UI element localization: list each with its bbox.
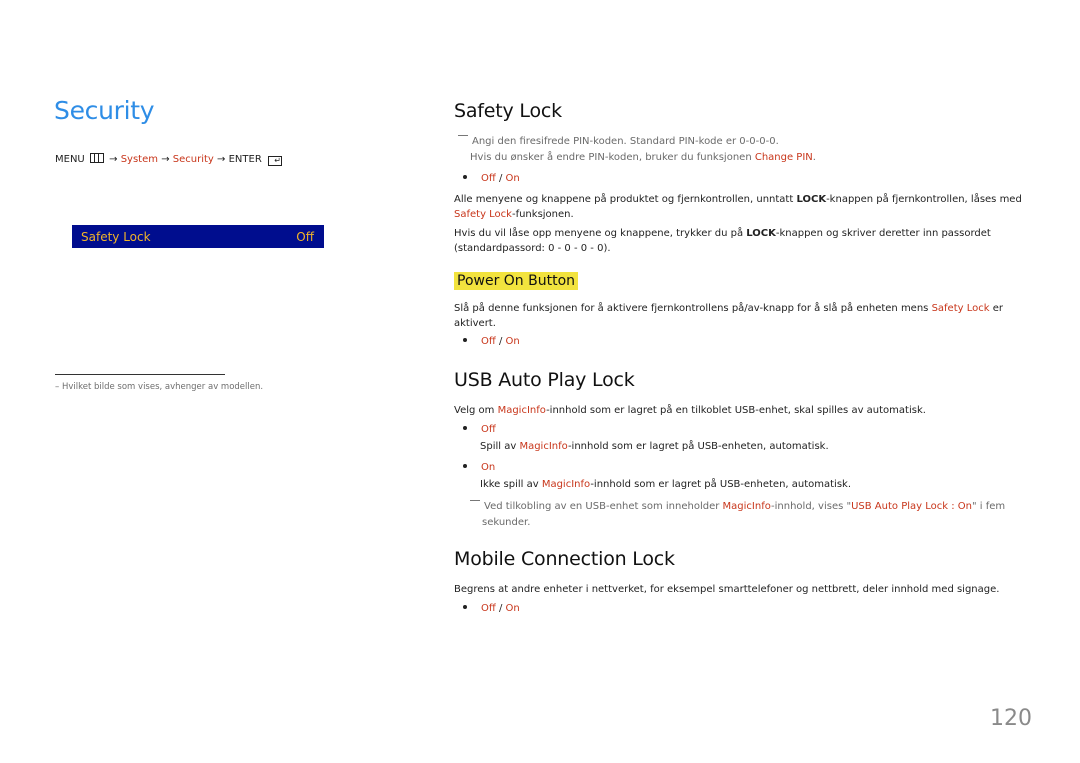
note-period: .	[812, 151, 816, 163]
page-title: Security	[54, 96, 155, 125]
option-on: On	[505, 173, 520, 184]
arrow-icon: →	[161, 154, 170, 165]
text: -innhold som er lagret på en tilkoblet U…	[546, 405, 926, 416]
arrow-icon: →	[109, 154, 118, 165]
osd-safety-lock-row: Safety Lock Off	[72, 225, 324, 248]
note-line: Hvis du ønsker å endre PIN-koden, bruker…	[470, 151, 755, 163]
bullet-icon	[463, 464, 467, 468]
note-dash-icon	[470, 500, 480, 501]
enter-label: ENTER	[228, 154, 262, 165]
mobile-connection-lock-options: Off / On	[463, 603, 520, 614]
mobile-connection-lock-para: Begrens at andre enheter i nettverket, f…	[454, 584, 1000, 595]
text: -knappen på fjernkontrollen, låses med	[826, 194, 1022, 205]
option-separator: /	[495, 603, 506, 614]
magicinfo-link: MagicInfo	[519, 441, 568, 452]
usb-option-off-desc: Spill av MagicInfo-innhold som er lagret…	[480, 439, 1030, 454]
option-on: On	[505, 336, 520, 347]
safety-lock-link: Safety Lock	[931, 303, 990, 314]
footnote-divider	[55, 374, 225, 375]
text: Ved tilkobling av en USB-enhet som inneh…	[484, 501, 723, 512]
magicinfo-link: MagicInfo	[497, 405, 547, 416]
safety-lock-options: Off / On	[463, 173, 520, 184]
change-pin-link: Change PIN	[754, 151, 813, 163]
safety-lock-link: Safety Lock	[454, 209, 512, 220]
option-separator: /	[495, 173, 506, 184]
text: -innhold som er lagret på USB-enheten, a…	[567, 441, 829, 452]
menu-label: MENU	[55, 154, 85, 165]
text: Velg om	[454, 405, 498, 416]
enter-icon: ↵	[267, 156, 282, 166]
safety-lock-heading: Safety Lock	[454, 100, 562, 122]
safety-lock-note: Angi den firesifrede PIN-koden. Standard…	[458, 134, 1018, 165]
lock-key-label: LOCK	[796, 194, 827, 205]
power-on-button-para: Slå på denne funksjonen for å aktivere f…	[454, 301, 1034, 331]
note-dash-icon	[458, 135, 468, 136]
magicinfo-link: MagicInfo	[722, 501, 772, 512]
safety-lock-para2: Hvis du vil låse opp menyene og knappene…	[454, 226, 994, 256]
usb-option-off: Off	[463, 424, 496, 435]
option-off: Off	[481, 603, 496, 614]
text: -innhold som er lagret på USB-enheten, a…	[590, 479, 852, 490]
power-on-button-options: Off / On	[463, 336, 520, 347]
menu-path: MENU → System → Security → ENTER ↵	[55, 153, 282, 166]
mobile-connection-lock-heading: Mobile Connection Lock	[454, 548, 675, 570]
option-on: On	[481, 462, 496, 473]
magicinfo-link: MagicInfo	[541, 479, 591, 490]
text: -innhold, vises "	[771, 501, 852, 512]
osd-label: Safety Lock	[81, 229, 151, 244]
usb-auto-play-lock-para: Velg om MagicInfo-innhold som er lagret …	[454, 403, 1034, 418]
menu-icon	[89, 153, 104, 163]
option-off: Off	[481, 173, 496, 184]
osd-value: Off	[296, 229, 314, 244]
bullet-icon	[463, 175, 467, 179]
text: Ikke spill av	[480, 479, 542, 490]
text: -funksjonen.	[511, 209, 574, 220]
usb-auto-play-lock-on-label: USB Auto Play Lock : On	[851, 501, 972, 512]
safety-lock-para1: Alle menyene og knappene på produktet og…	[454, 192, 1029, 222]
usb-option-on-desc: Ikke spill av MagicInfo-innhold som er l…	[480, 477, 1030, 492]
option-on: On	[505, 603, 520, 614]
footnote: – Hvilket bilde som vises, avhenger av m…	[55, 382, 264, 392]
option-separator: /	[495, 336, 506, 347]
bullet-icon	[463, 426, 467, 430]
menu-path-system: System	[120, 154, 158, 165]
option-off: Off	[481, 336, 496, 347]
text: Alle menyene og knappene på produktet og…	[454, 194, 797, 205]
usb-note: Ved tilkobling av en USB-enhet som inneh…	[470, 499, 1010, 530]
text: Slå på denne funksjonen for å aktivere f…	[454, 303, 932, 314]
text: Spill av	[480, 441, 520, 452]
bullet-icon	[463, 338, 467, 342]
power-on-button-heading: Power On Button	[454, 272, 579, 290]
option-off: Off	[481, 424, 496, 435]
text: Hvis du vil låse opp menyene og knappene…	[454, 228, 747, 239]
lock-key-label: LOCK	[746, 228, 776, 239]
note-line: Angi den firesifrede PIN-koden. Standard…	[472, 136, 779, 147]
usb-option-on: On	[463, 462, 495, 473]
menu-path-security: Security	[172, 154, 214, 165]
bullet-icon	[463, 605, 467, 609]
usb-auto-play-lock-heading: USB Auto Play Lock	[454, 369, 635, 391]
arrow-icon: →	[217, 154, 226, 165]
page-number: 120	[990, 706, 1032, 731]
